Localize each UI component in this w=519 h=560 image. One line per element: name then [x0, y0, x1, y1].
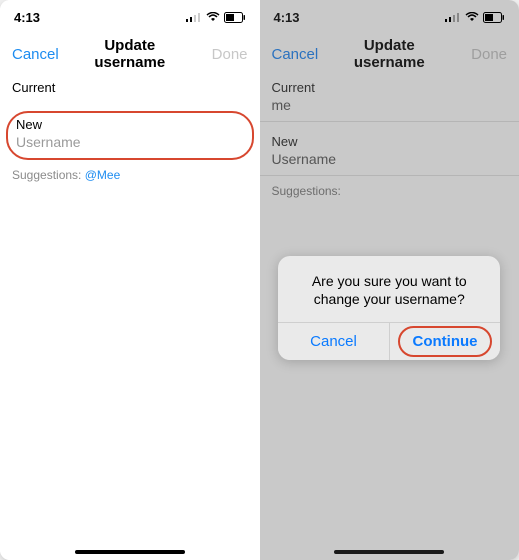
confirm-dialog: Are you sure you want to change your use… — [278, 256, 500, 360]
nav-bar: Cancel Update username Done — [0, 34, 260, 74]
dialog-continue-label: Continue — [413, 333, 478, 350]
new-username-highlight: New Username — [6, 111, 254, 160]
new-username-input[interactable]: Username — [16, 134, 244, 150]
suggestions-label: Suggestions: — [12, 168, 81, 182]
dialog-message: Are you sure you want to change your use… — [278, 256, 500, 322]
screenshot-pair: 4:13 Cancel Update username Done Current… — [0, 0, 519, 560]
page-title: Update username — [72, 37, 188, 71]
status-bar: 4:13 — [0, 0, 260, 34]
status-indicators — [186, 12, 246, 23]
status-time: 4:13 — [14, 10, 40, 25]
new-label: New — [16, 117, 244, 132]
cellular-signal-icon — [186, 12, 202, 22]
cancel-button[interactable]: Cancel — [12, 46, 72, 63]
dialog-backdrop: Are you sure you want to change your use… — [260, 0, 519, 560]
phone-left: 4:13 Cancel Update username Done Current… — [0, 0, 260, 560]
suggestions-row[interactable]: Suggestions: @Mee — [0, 160, 260, 190]
suggestion-item[interactable]: @Mee — [85, 168, 121, 182]
wifi-icon — [206, 12, 220, 22]
home-indicator[interactable] — [75, 550, 185, 554]
dialog-buttons: Cancel Continue — [278, 322, 500, 360]
phone-right: 4:13 Cancel Update username Done Current… — [260, 0, 519, 560]
dialog-continue-button[interactable]: Continue — [390, 323, 501, 360]
battery-icon — [224, 12, 246, 23]
home-indicator[interactable] — [334, 550, 444, 554]
current-label: Current — [0, 74, 260, 95]
done-button[interactable]: Done — [188, 46, 248, 63]
current-username-field[interactable] — [0, 95, 260, 105]
dialog-cancel-button[interactable]: Cancel — [278, 323, 390, 360]
